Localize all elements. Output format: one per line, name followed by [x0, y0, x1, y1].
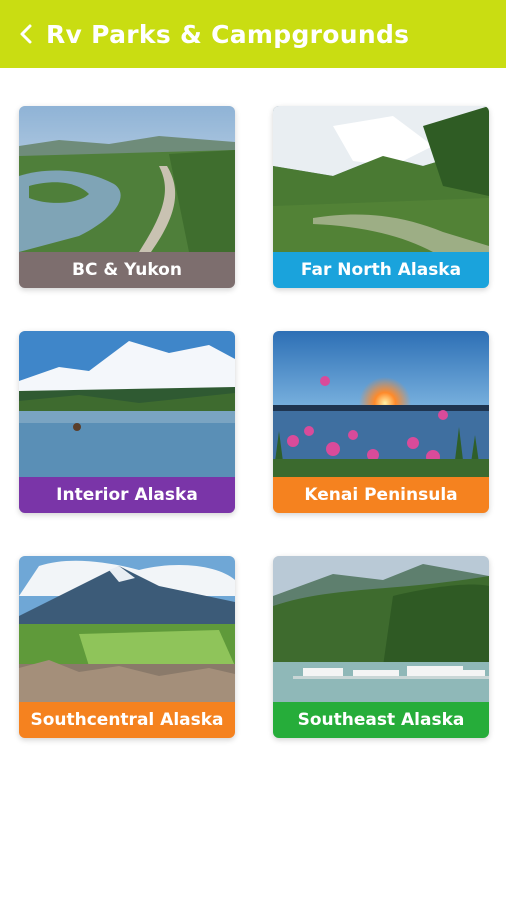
- region-card-kenai-peninsula[interactable]: Kenai Peninsula: [273, 331, 489, 513]
- region-photo: [19, 556, 235, 702]
- region-photo: [273, 331, 489, 477]
- region-photo: [273, 556, 489, 702]
- region-label: Southcentral Alaska: [19, 702, 235, 738]
- back-button[interactable]: [4, 0, 48, 68]
- region-card-bc-yukon[interactable]: BC & Yukon: [19, 106, 235, 288]
- region-label: BC & Yukon: [19, 252, 235, 288]
- region-label: Southeast Alaska: [273, 702, 489, 738]
- region-card-interior-alaska[interactable]: Interior Alaska: [19, 331, 235, 513]
- region-card-southcentral-alaska[interactable]: Southcentral Alaska: [19, 556, 235, 738]
- page-title: Rv Parks & Campgrounds: [46, 19, 410, 49]
- region-label: Interior Alaska: [19, 477, 235, 513]
- region-photo: [273, 106, 489, 252]
- app-header: Rv Parks & Campgrounds: [0, 0, 506, 68]
- region-photo: [19, 331, 235, 477]
- chevron-left-icon: [20, 24, 32, 44]
- region-card-southeast-alaska[interactable]: Southeast Alaska: [273, 556, 489, 738]
- region-label: Kenai Peninsula: [273, 477, 489, 513]
- region-card-far-north-alaska[interactable]: Far North Alaska: [273, 106, 489, 288]
- region-label: Far North Alaska: [273, 252, 489, 288]
- region-photo: [19, 106, 235, 252]
